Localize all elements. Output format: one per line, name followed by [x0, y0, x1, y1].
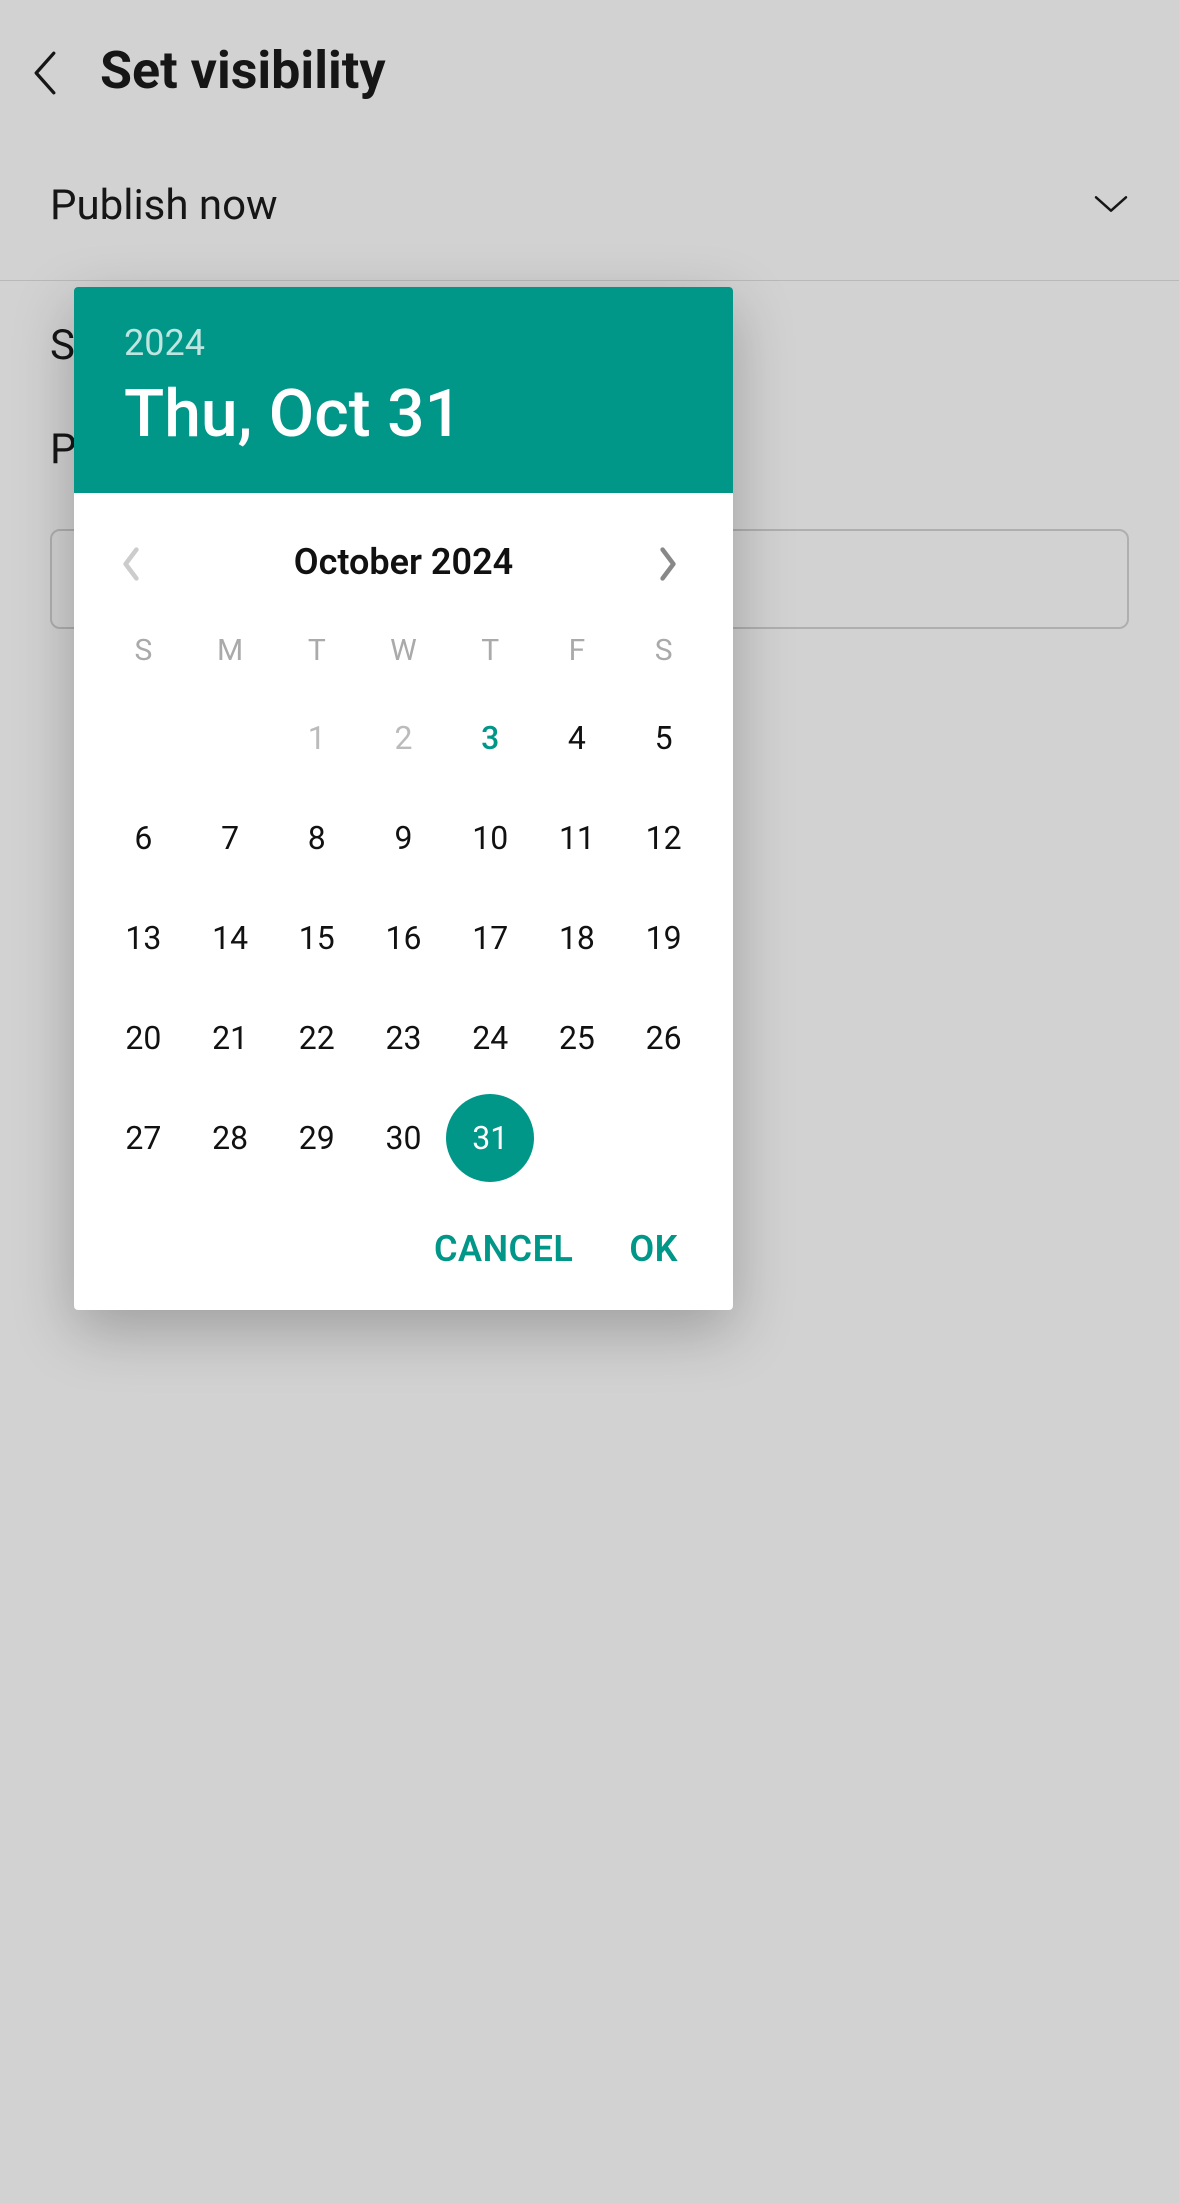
- chevron-left-icon: [119, 546, 143, 582]
- calendar-day[interactable]: 4: [534, 688, 621, 788]
- calendar-day[interactable]: 11: [534, 788, 621, 888]
- date-picker-header: 2024 Thu, Oct 31: [74, 287, 733, 493]
- calendar-day[interactable]: 31: [447, 1088, 534, 1188]
- calendar-day[interactable]: 7: [187, 788, 274, 888]
- weekday-header-row: SMTWTFS: [74, 603, 733, 678]
- calendar-day[interactable]: 13: [100, 888, 187, 988]
- calendar-day[interactable]: 16: [360, 888, 447, 988]
- calendar-day[interactable]: 22: [273, 988, 360, 1088]
- calendar-day[interactable]: 17: [447, 888, 534, 988]
- calendar-empty-cell: [534, 1088, 621, 1188]
- calendar-day[interactable]: 3: [447, 688, 534, 788]
- calendar-day[interactable]: 29: [273, 1088, 360, 1188]
- calendar-day[interactable]: 1: [273, 688, 360, 788]
- calendar-day[interactable]: 24: [447, 988, 534, 1088]
- calendar-day[interactable]: 2: [360, 688, 447, 788]
- year-selector[interactable]: 2024: [124, 322, 683, 364]
- calendar-day[interactable]: 26: [620, 988, 707, 1088]
- weekday-label: M: [187, 633, 274, 668]
- calendar-day[interactable]: 30: [360, 1088, 447, 1188]
- calendar-day[interactable]: 20: [100, 988, 187, 1088]
- calendar-grid: 1234567891011121314151617181920212223242…: [74, 678, 733, 1208]
- calendar-day[interactable]: 25: [534, 988, 621, 1088]
- weekday-label: T: [273, 633, 360, 668]
- chevron-right-icon: [656, 546, 680, 582]
- calendar-day[interactable]: 9: [360, 788, 447, 888]
- weekday-label: W: [360, 633, 447, 668]
- calendar-day[interactable]: 18: [534, 888, 621, 988]
- calendar-day[interactable]: 10: [447, 788, 534, 888]
- cancel-button[interactable]: CANCEL: [434, 1228, 573, 1270]
- calendar-day[interactable]: 19: [620, 888, 707, 988]
- current-month-label: October 2024: [294, 541, 513, 583]
- prev-month-button[interactable]: [119, 546, 151, 578]
- calendar-day[interactable]: 14: [187, 888, 274, 988]
- calendar-day[interactable]: 21: [187, 988, 274, 1088]
- month-nav: October 2024: [74, 493, 733, 603]
- calendar-day[interactable]: 8: [273, 788, 360, 888]
- next-month-button[interactable]: [656, 546, 688, 578]
- calendar-day[interactable]: 15: [273, 888, 360, 988]
- calendar-empty-cell: [187, 688, 274, 788]
- weekday-label: T: [447, 633, 534, 668]
- dialog-actions: CANCEL OK: [74, 1208, 733, 1310]
- selected-date-label[interactable]: Thu, Oct 31: [124, 376, 683, 453]
- weekday-label: F: [534, 633, 621, 668]
- date-picker-dialog: 2024 Thu, Oct 31 October 2024 SMTWTFS 12…: [74, 287, 733, 1310]
- calendar-day[interactable]: 23: [360, 988, 447, 1088]
- calendar-day[interactable]: 12: [620, 788, 707, 888]
- calendar-day[interactable]: 28: [187, 1088, 274, 1188]
- calendar-empty-cell: [100, 688, 187, 788]
- calendar-day[interactable]: 5: [620, 688, 707, 788]
- weekday-label: S: [620, 633, 707, 668]
- ok-button[interactable]: OK: [629, 1228, 678, 1270]
- calendar-day[interactable]: 6: [100, 788, 187, 888]
- weekday-label: S: [100, 633, 187, 668]
- calendar-day[interactable]: 27: [100, 1088, 187, 1188]
- calendar-empty-cell: [620, 1088, 707, 1188]
